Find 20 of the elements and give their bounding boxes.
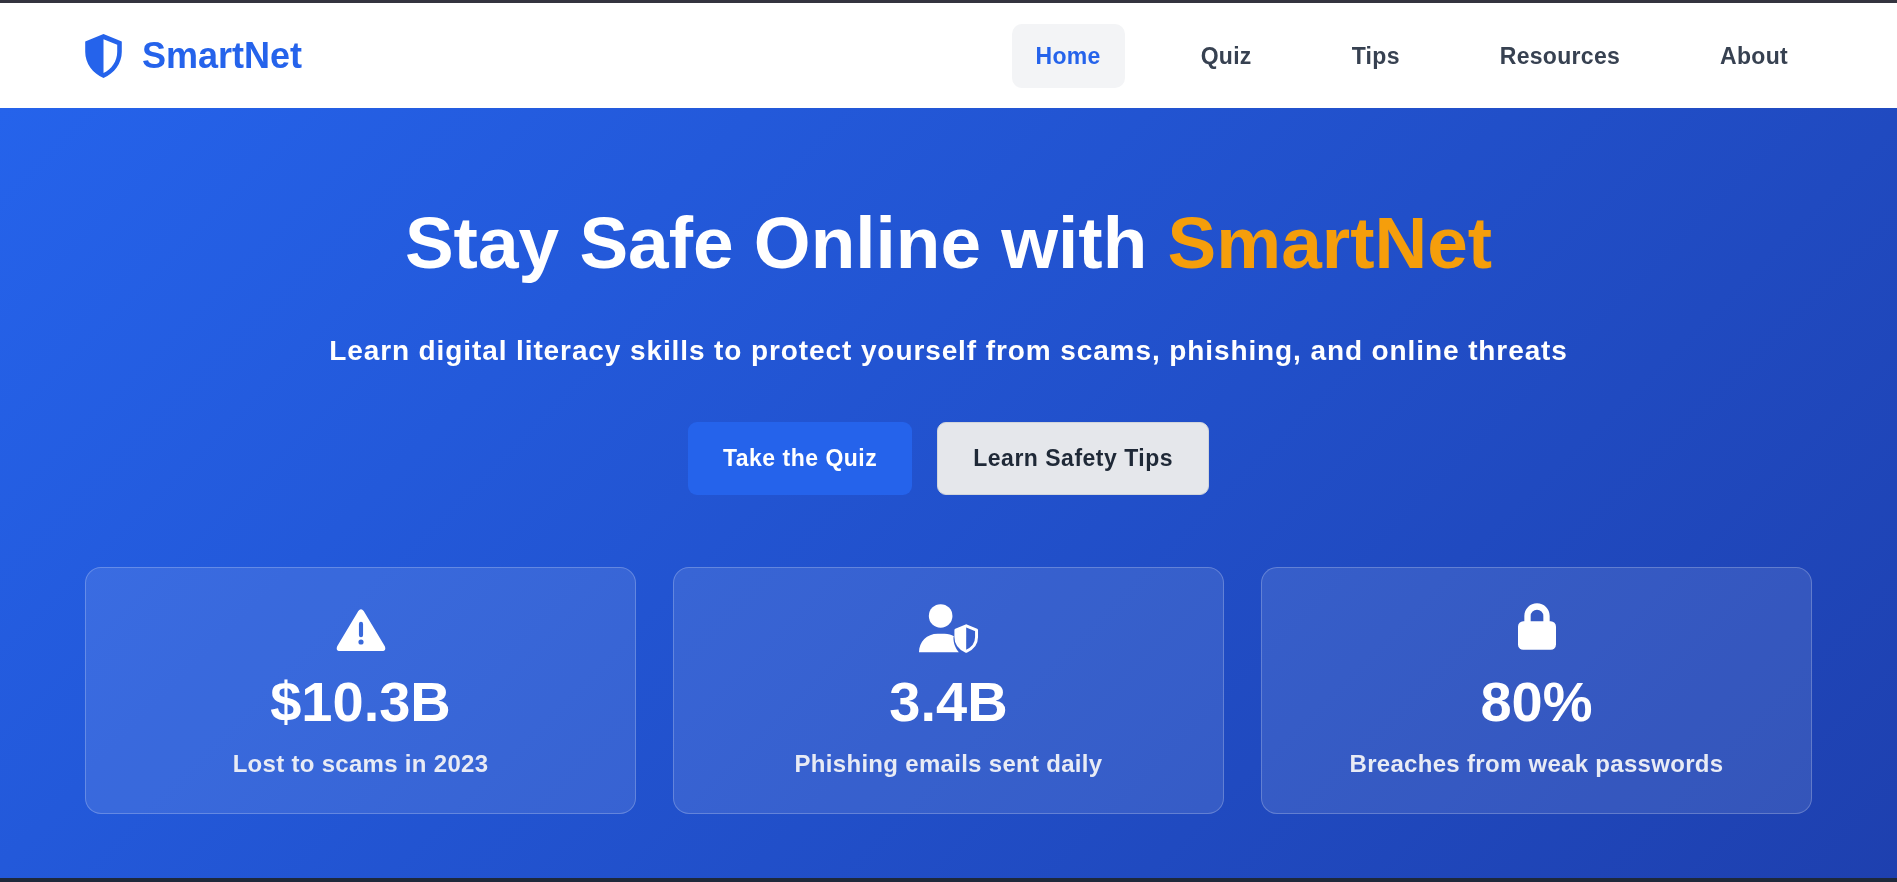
stat-value: $10.3B [270, 672, 451, 732]
hero-subtitle: Learn digital literacy skills to protect yourself from scams, phishing, and online threats [329, 334, 1568, 368]
hero-title: Stay Safe Online with SmartNet [404, 203, 1493, 283]
nav-link[interactable]: Resources [1475, 23, 1645, 88]
nav-link[interactable]: Quiz [1176, 23, 1276, 88]
nav-link[interactable]: About [1696, 23, 1812, 88]
quiz-button[interactable]: Take the Quiz [687, 422, 913, 495]
nav-link[interactable]: Tips [1327, 23, 1424, 88]
user-shield-icon [918, 604, 979, 654]
stat-label: Lost to scams in 2023 [232, 749, 489, 779]
shield-icon[interactable] [85, 33, 122, 78]
nav-link[interactable]: Home [1011, 23, 1125, 88]
tips-button[interactable]: Learn Safety Tips [937, 422, 1210, 495]
lock-icon [1517, 602, 1556, 650]
stat-value: 3.4B [889, 672, 1008, 732]
logo-text[interactable]: SmartNet [142, 34, 303, 77]
stat-label: Phishing emails sent daily [794, 749, 1103, 779]
stat-value: 80% [1480, 672, 1593, 732]
stat-label: Breaches from weak passwords [1349, 749, 1724, 779]
warning-icon [335, 609, 386, 651]
